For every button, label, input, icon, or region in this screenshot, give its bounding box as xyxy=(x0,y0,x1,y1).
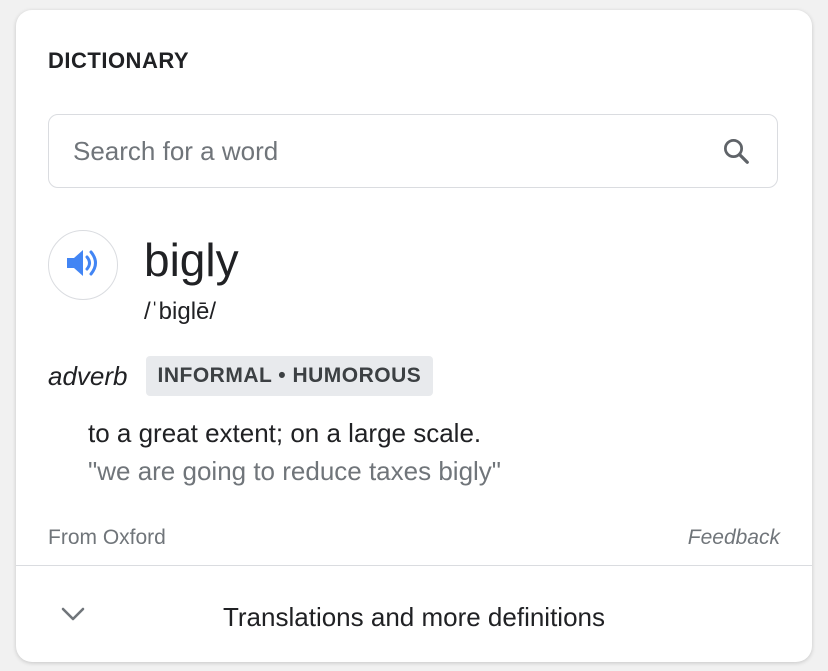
usage-label-chip: INFORMAL • HUMOROUS xyxy=(145,356,434,396)
part-of-speech-row: adverb INFORMAL • HUMOROUS xyxy=(48,356,434,396)
feedback-link[interactable]: Feedback xyxy=(688,526,780,550)
phonetic-spelling: /ˈbiglē/ xyxy=(144,298,217,325)
definition-text: to a great extent; on a large scale. xyxy=(88,418,482,448)
source-attribution: From Oxford xyxy=(48,526,166,549)
dictionary-card: DICTIONARY bigly /ˈbiglē/ adverb INFORMA… xyxy=(16,10,812,662)
card-title: DICTIONARY xyxy=(48,48,190,73)
search-input[interactable] xyxy=(73,135,719,167)
search-box[interactable] xyxy=(48,114,778,188)
speaker-icon xyxy=(65,247,101,284)
search-icon[interactable] xyxy=(719,134,753,168)
part-of-speech: adverb xyxy=(48,360,128,391)
example-sentence: "we are going to reduce taxes bigly" xyxy=(88,456,502,486)
translations-label: Translations and more definitions xyxy=(222,602,605,632)
translations-expander[interactable]: Translations and more definitions xyxy=(16,566,812,662)
pronunciation-audio-button[interactable] xyxy=(48,230,118,300)
headword: bigly xyxy=(144,234,239,286)
